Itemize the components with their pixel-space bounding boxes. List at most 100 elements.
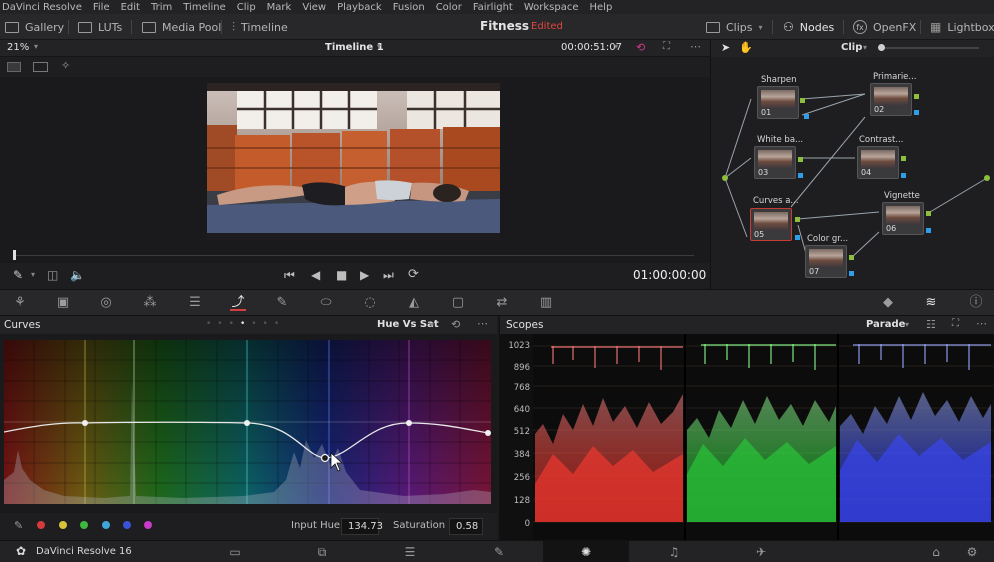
info-icon[interactable]: ⓘ [968, 295, 984, 311]
node-mode-selector[interactable]: Clip [841, 42, 862, 53]
skip-back-icon[interactable]: ⏮ [284, 268, 295, 283]
chevron-down-icon[interactable]: ▾ [430, 320, 434, 329]
play-icon[interactable]: ▶ [360, 268, 369, 282]
key-icon[interactable]: ▢ [450, 295, 466, 311]
3d-icon[interactable]: ▥ [538, 295, 554, 311]
more-options-icon[interactable]: ⋯ [477, 317, 488, 330]
fairlight-page-icon[interactable]: ♫ [667, 545, 681, 559]
layers-icon[interactable]: ◫ [47, 268, 58, 282]
timeline-selector[interactable]: Timeline 1 [325, 42, 384, 53]
luts-button[interactable]: LUTs [78, 14, 122, 40]
menu-item[interactable]: Clip [237, 2, 256, 13]
menu-item[interactable]: Timeline [183, 2, 226, 13]
expand-icon[interactable]: ⛶ [952, 318, 959, 329]
chevron-down-icon[interactable]: ▾ [34, 42, 38, 51]
node-contrast[interactable]: 04 [857, 146, 899, 179]
yellow-swatch[interactable] [59, 521, 67, 529]
more-options-icon[interactable]: ⋯ [976, 317, 987, 330]
single-view-icon[interactable] [7, 62, 21, 72]
scope-mode-selector[interactable]: Parade [866, 319, 905, 330]
scope-settings-icon[interactable]: ☷ [926, 318, 936, 331]
diamond-icon[interactable]: ◆ [880, 295, 896, 311]
deliver-page-icon[interactable]: ✈ [754, 545, 768, 559]
bypass-icon[interactable]: ⟲ [636, 41, 645, 54]
node-zoom-slider[interactable] [879, 47, 979, 49]
chevron-down-icon[interactable]: ▾ [377, 42, 381, 51]
color-match-icon[interactable]: ▣ [55, 295, 71, 311]
eyedropper-icon[interactable]: ✎ [14, 519, 23, 532]
input-hue-field[interactable]: 134.73 [341, 518, 383, 535]
more-options-icon[interactable]: ⋯ [690, 40, 701, 53]
media-page-icon[interactable]: ▭ [228, 545, 242, 559]
chevron-down-icon[interactable]: ▾ [614, 42, 618, 51]
playhead[interactable] [13, 250, 16, 260]
hand-tool-icon[interactable]: ✋ [739, 41, 753, 54]
cyan-swatch[interactable] [102, 521, 110, 529]
menu-item[interactable]: Workspace [524, 2, 579, 13]
node-white-balance[interactable]: 03 [754, 146, 796, 179]
color-page-icon[interactable]: ✺ [579, 545, 593, 559]
menu-item[interactable]: Fairlight [473, 2, 513, 13]
menu-item[interactable]: Help [590, 2, 613, 13]
chevron-down-icon[interactable]: ▾ [31, 270, 35, 279]
zoom-level[interactable]: 21% [7, 42, 29, 53]
gear-icon[interactable]: ⚙ [965, 545, 979, 559]
loop-icon[interactable]: ⟳ [408, 267, 419, 282]
clips-button[interactable]: Clips ▾ [706, 14, 763, 40]
green-swatch[interactable] [80, 521, 88, 529]
red-swatch[interactable] [37, 521, 45, 529]
gallery-button[interactable]: Gallery [5, 14, 64, 40]
scrubber-bar[interactable] [0, 247, 710, 263]
reset-icon[interactable]: ⟲ [451, 318, 460, 331]
menu-item[interactable]: Mark [267, 2, 292, 13]
scopes-toggle-icon[interactable]: ≋ [923, 295, 939, 311]
menu-item[interactable]: File [93, 2, 110, 13]
node-vignette[interactable]: 06 [882, 202, 924, 235]
motion-effects-icon[interactable]: ☰ [187, 295, 203, 311]
fullscreen-icon[interactable]: ⛶ [663, 41, 670, 52]
blur-icon[interactable]: ◭ [406, 295, 422, 311]
node-primaries[interactable]: 02 [870, 83, 912, 116]
camera-raw-icon[interactable]: ⚘ [12, 295, 28, 311]
curves-icon[interactable]: ⤴ [230, 295, 246, 311]
menu-item[interactable]: Playback [337, 2, 382, 13]
speaker-icon[interactable]: 🔈 [70, 268, 85, 282]
cut-page-icon[interactable]: ⧉ [315, 545, 329, 559]
pointer-tool-icon[interactable]: ➤ [721, 41, 730, 54]
menu-item[interactable]: DaVinci Resolve [2, 2, 82, 13]
lightbox-button[interactable]: ▦ Lightbox [930, 14, 994, 40]
stop-icon[interactable]: ■ [336, 268, 347, 282]
menu-item[interactable]: View [302, 2, 326, 13]
saturation-field[interactable]: 0.58 [449, 518, 483, 535]
curve-pages-indicator[interactable]: ••••••• [206, 319, 285, 329]
sizing-icon[interactable]: ⇄ [494, 295, 510, 311]
node-sharpen[interactable]: 01 [757, 86, 799, 119]
window-icon[interactable]: ⬭ [318, 295, 334, 311]
node-color-grade[interactable]: 07 [805, 245, 847, 278]
magic-wand-icon[interactable]: ✧ [61, 59, 70, 72]
magenta-swatch[interactable] [144, 521, 152, 529]
menu-item[interactable]: Color [436, 2, 462, 13]
media-pool-button[interactable]: Media Pool [142, 14, 221, 40]
fusion-page-icon[interactable]: ✎ [492, 545, 506, 559]
blue-swatch[interactable] [123, 521, 131, 529]
rgb-mixer-icon[interactable]: ⁂ [142, 295, 158, 311]
skip-forward-icon[interactable]: ⏭ [383, 268, 394, 283]
timeline-button[interactable]: ⫶ Timeline [232, 14, 288, 40]
curve-canvas[interactable] [3, 340, 491, 504]
split-view-icon[interactable] [33, 62, 48, 72]
menu-item[interactable]: Edit [121, 2, 140, 13]
nodes-button[interactable]: ⚇ Nodes [783, 14, 834, 40]
menu-item[interactable]: Fusion [393, 2, 425, 13]
color-wheels-icon[interactable]: ◎ [98, 295, 114, 311]
qualifier-icon[interactable]: ✎ [274, 295, 290, 311]
tracker-icon[interactable]: ◌ [362, 295, 378, 311]
edit-page-icon[interactable]: ☰ [403, 545, 417, 559]
node-zoom-handle[interactable] [878, 44, 885, 51]
node-curves-adjust[interactable]: 05 [750, 208, 792, 241]
source-timecode[interactable]: 00:00:51:07 [561, 42, 622, 53]
eyedropper-icon[interactable]: ✎ [13, 268, 23, 282]
play-reverse-icon[interactable]: ◀ [311, 268, 320, 282]
hue-vs-sat-curve-graph[interactable] [3, 340, 491, 504]
menu-item[interactable]: Trim [151, 2, 172, 13]
